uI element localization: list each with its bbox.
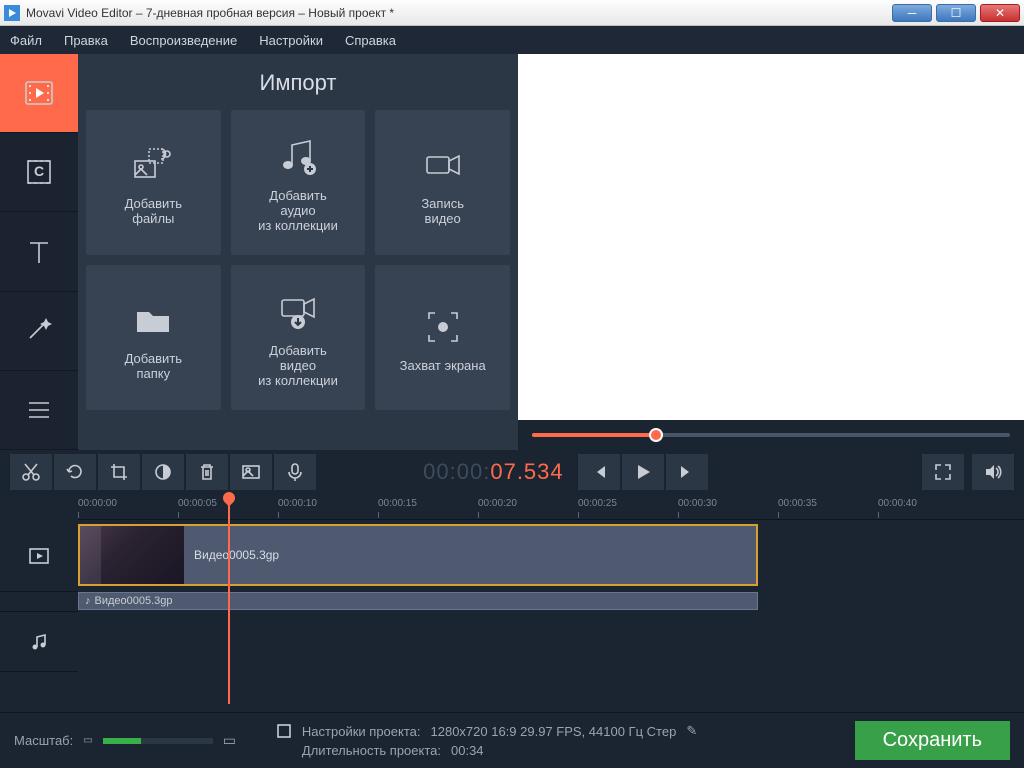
track-head-audio[interactable] — [0, 592, 78, 612]
clip-label: Видео0005.3gp — [194, 548, 279, 562]
fullscreen-button[interactable] — [922, 454, 964, 490]
zoom-out-icon[interactable]: ▭ — [83, 735, 92, 746]
seek-knob[interactable] — [649, 428, 663, 442]
window-minimize-button[interactable]: ─ — [892, 4, 932, 22]
svg-text:C: C — [34, 163, 44, 179]
menu-playback[interactable]: Воспроизведение — [130, 33, 237, 48]
track-head-video[interactable] — [0, 520, 78, 592]
import-title: Импорт — [86, 62, 510, 110]
tile-record-video[interactable]: Запись видео — [375, 110, 510, 255]
import-panel: Импорт Добавить файлы Добавить аудио из … — [78, 54, 518, 450]
video-clip[interactable]: Видео0005.3gp — [78, 524, 758, 586]
ruler-tick: 00:00:40 — [878, 498, 917, 509]
timeline: 00:00:00 00:00:05 00:00:10 00:00:15 00:0… — [0, 494, 1024, 712]
menu-file[interactable]: Файл — [10, 33, 42, 48]
microphone-button[interactable] — [274, 454, 316, 490]
duration-label: Длительность проекта: — [302, 743, 441, 758]
ruler-tick: 00:00:30 — [678, 498, 717, 509]
sidebar-tab-import[interactable] — [0, 54, 78, 133]
app-icon — [4, 5, 20, 21]
edit-settings-icon[interactable]: ✎ — [686, 723, 697, 739]
ruler-tick: 00:00:25 — [578, 498, 617, 509]
volume-button[interactable] — [972, 454, 1014, 490]
prev-button[interactable] — [578, 454, 620, 490]
tile-label: Добавить папку — [125, 351, 182, 381]
zoom-in-icon[interactable]: ▭ — [223, 732, 236, 749]
window-title: Movavi Video Editor – 7-дневная пробная … — [26, 6, 892, 20]
sidebar-tab-titles[interactable] — [0, 212, 78, 291]
window-close-button[interactable]: ✕ — [980, 4, 1020, 22]
menu-help[interactable]: Справка — [345, 33, 396, 48]
ruler-tick: 00:00:05 — [178, 498, 217, 509]
camera-download-icon — [276, 287, 320, 337]
menu-edit[interactable]: Правка — [64, 33, 108, 48]
timecode-display: 00:00:07.534 — [423, 459, 563, 486]
track-lanes[interactable]: Видео0005.3gp ♪ Видео0005.3gp — [78, 520, 1024, 672]
tile-label: Запись видео — [421, 196, 464, 226]
statusbar: Масштаб: ▭ ▭ Настройки проекта: 1280x720… — [0, 712, 1024, 768]
capture-icon — [421, 302, 465, 352]
clip-thumbnail — [80, 526, 184, 584]
sidebar-tab-effects[interactable] — [0, 292, 78, 371]
settings-icon — [276, 723, 292, 739]
menubar: Файл Правка Воспроизведение Настройки Сп… — [0, 26, 1024, 54]
menu-settings[interactable]: Настройки — [259, 33, 323, 48]
delete-button[interactable] — [186, 454, 228, 490]
tile-add-files[interactable]: Добавить файлы — [86, 110, 221, 255]
media-files-icon — [131, 140, 175, 190]
next-button[interactable] — [666, 454, 708, 490]
preview-canvas — [518, 54, 1024, 420]
music-note-icon: ♪ — [85, 595, 91, 607]
snapshot-button[interactable] — [230, 454, 272, 490]
preview-seek[interactable] — [518, 420, 1024, 450]
color-button[interactable] — [142, 454, 184, 490]
zoom-slider[interactable] — [103, 738, 213, 744]
playhead[interactable] — [228, 494, 230, 704]
tile-label: Добавить файлы — [125, 196, 182, 226]
play-button[interactable] — [622, 454, 664, 490]
sidebar-tab-filters[interactable]: C — [0, 133, 78, 212]
zoom-label: Масштаб: — [14, 733, 73, 748]
window-maximize-button[interactable]: ☐ — [936, 4, 976, 22]
tile-add-audio-collection[interactable]: Добавить аудио из коллекции — [231, 110, 366, 255]
preview-pane — [518, 54, 1024, 450]
toolbar: 00:00:07.534 — [0, 450, 1024, 494]
sidebar-tab-more[interactable] — [0, 371, 78, 450]
tile-label: Добавить видео из коллекции — [258, 343, 338, 388]
tile-add-folder[interactable]: Добавить папку — [86, 265, 221, 410]
tile-capture-screen[interactable]: Захват экрана — [375, 265, 510, 410]
music-note-icon — [276, 132, 320, 182]
save-button[interactable]: Сохранить — [855, 721, 1010, 760]
folder-icon — [131, 295, 175, 345]
ruler-tick: 00:00:00 — [78, 498, 117, 509]
clip-label: Видео0005.3gp — [95, 595, 173, 607]
ruler-tick: 00:00:10 — [278, 498, 317, 509]
timeline-ruler[interactable]: 00:00:00 00:00:05 00:00:10 00:00:15 00:0… — [78, 494, 1024, 520]
tile-label: Добавить аудио из коллекции — [258, 188, 338, 233]
cut-button[interactable] — [10, 454, 52, 490]
sidebar: C — [0, 54, 78, 450]
audio-clip[interactable]: ♪ Видео0005.3gp — [78, 592, 758, 610]
tile-add-video-collection[interactable]: Добавить видео из коллекции — [231, 265, 366, 410]
rotate-button[interactable] — [54, 454, 96, 490]
ruler-tick: 00:00:20 — [478, 498, 517, 509]
tile-label: Захват экрана — [400, 358, 486, 373]
project-settings-label: Настройки проекта: — [302, 724, 421, 739]
project-settings-value: 1280x720 16:9 29.97 FPS, 44100 Гц Стер — [431, 724, 677, 739]
window-titlebar: Movavi Video Editor – 7-дневная пробная … — [0, 0, 1024, 26]
ruler-tick: 00:00:35 — [778, 498, 817, 509]
duration-value: 00:34 — [451, 743, 484, 758]
crop-button[interactable] — [98, 454, 140, 490]
track-head-music[interactable] — [0, 612, 78, 672]
camera-icon — [421, 140, 465, 190]
ruler-tick: 00:00:15 — [378, 498, 417, 509]
